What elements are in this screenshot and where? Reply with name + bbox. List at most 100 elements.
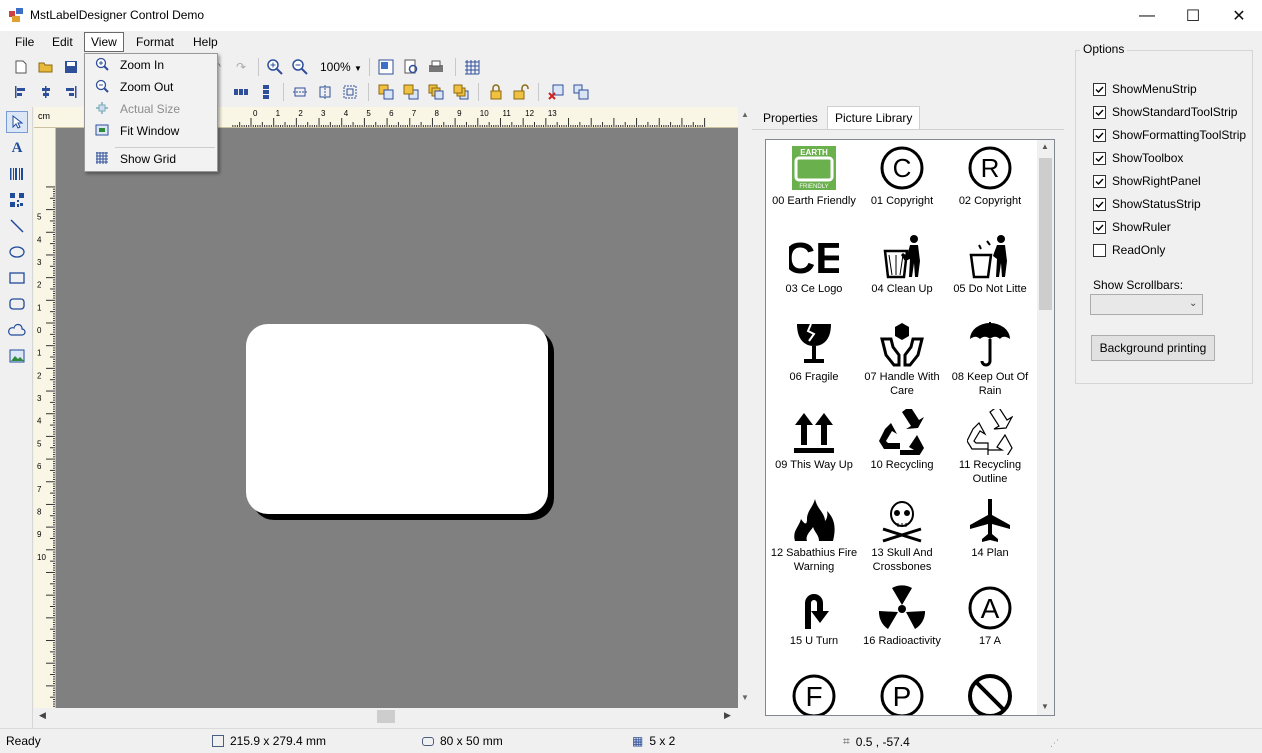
scroll-left-icon[interactable]: ◀ [39, 710, 46, 721]
tab-picture-library[interactable]: Picture Library [827, 106, 921, 130]
scroll-down-icon[interactable]: ▼ [741, 693, 749, 702]
menu-actual-size[interactable]: Actual Size [86, 98, 216, 120]
library-scroll-up-icon[interactable]: ▲ [1041, 142, 1049, 151]
qrcode-tool-icon[interactable] [6, 189, 28, 211]
menu-file[interactable]: File [9, 34, 40, 52]
new-icon[interactable] [12, 58, 30, 76]
zoom-out-icon[interactable] [291, 58, 309, 76]
picture-item[interactable]: 13 Skull And Crossbones [858, 494, 946, 574]
design-canvas[interactable] [56, 128, 738, 708]
print-icon[interactable] [427, 58, 445, 76]
page-setup-icon[interactable] [377, 58, 395, 76]
library-scroll-thumb[interactable] [1039, 158, 1052, 310]
lock-icon[interactable] [487, 83, 505, 101]
menu-zoom-in[interactable]: Zoom In [86, 54, 216, 76]
picture-item[interactable]: 06 Fragile [770, 318, 858, 384]
picture-item[interactable]: 11 Recycling Outline [946, 406, 1034, 486]
text-tool-icon[interactable]: A [6, 137, 28, 159]
option-showmenustrip[interactable]: ShowMenuStrip [1093, 81, 1197, 97]
picture-item[interactable]: R 02 Copyright [946, 142, 1034, 208]
option-showtoolbox[interactable]: ShowToolbox [1093, 150, 1183, 166]
resize-grip-icon[interactable]: ⋰ [1050, 738, 1059, 749]
label-page[interactable] [246, 324, 548, 514]
print-preview-icon[interactable] [402, 58, 420, 76]
picture-item[interactable]: F [770, 670, 858, 715]
picture-item[interactable]: 10 Recycling [858, 406, 946, 472]
scroll-up-icon[interactable]: ▲ [741, 110, 749, 119]
option-showstandardtoolstrip[interactable]: ShowStandardToolStrip [1093, 104, 1237, 120]
picture-item[interactable]: A 17 A [946, 582, 1034, 648]
picture-item[interactable] [946, 670, 1034, 715]
picture-item[interactable]: 04 Clean Up [858, 230, 946, 296]
option-readonly[interactable]: ReadOnly [1093, 242, 1165, 258]
menu-edit[interactable]: Edit [46, 34, 79, 52]
align-right-icon[interactable] [62, 83, 80, 101]
picture-item[interactable]: 16 Radioactivity [858, 582, 946, 648]
send-to-back-icon[interactable] [402, 83, 420, 101]
option-showrightpanel[interactable]: ShowRightPanel [1093, 173, 1201, 189]
checkbox-checked-icon[interactable] [1093, 220, 1106, 234]
bring-forward-icon[interactable] [427, 83, 445, 101]
center-horizontal-icon[interactable] [291, 83, 309, 101]
group-icon[interactable] [572, 83, 590, 101]
minimize-button[interactable]: — [1124, 0, 1170, 31]
option-showformattingtoolstrip[interactable]: ShowFormattingToolStrip [1093, 127, 1246, 143]
open-icon[interactable] [37, 58, 55, 76]
checkbox-checked-icon[interactable] [1093, 128, 1106, 142]
picture-item[interactable]: EARTH FRIENDLY 00 Earth Friendly [770, 142, 858, 208]
option-showruler[interactable]: ShowRuler [1093, 219, 1171, 235]
center-both-icon[interactable] [341, 83, 359, 101]
picture-item[interactable]: 07 Handle With Care [858, 318, 946, 398]
menu-fit-window[interactable]: Fit Window [86, 120, 216, 142]
menu-view[interactable]: View [84, 32, 124, 52]
line-tool-icon[interactable] [6, 215, 28, 237]
picture-item[interactable]: 14 Plan [946, 494, 1034, 560]
picture-item[interactable]: 09 This Way Up [770, 406, 858, 472]
unlock-icon[interactable] [512, 83, 530, 101]
scroll-right-icon[interactable]: ▶ [724, 710, 731, 721]
checkbox-checked-icon[interactable] [1093, 151, 1106, 165]
distribute-horizontal-icon[interactable] [232, 83, 250, 101]
picture-item[interactable]: 05 Do Not Litte [946, 230, 1034, 296]
option-showstatusstrip[interactable]: ShowStatusStrip [1093, 196, 1201, 212]
menu-help[interactable]: Help [187, 34, 224, 52]
zoom-combo[interactable]: 100% ▼ [320, 60, 362, 74]
align-center-icon[interactable] [37, 83, 55, 101]
picture-item[interactable]: P [858, 670, 946, 715]
menu-format[interactable]: Format [130, 34, 180, 52]
checkbox-checked-icon[interactable] [1093, 105, 1106, 119]
grid-icon[interactable] [463, 58, 481, 76]
pointer-tool-icon[interactable] [6, 111, 28, 133]
checkbox-icon[interactable] [1093, 243, 1106, 257]
picture-item[interactable]: 08 Keep Out Of Rain [946, 318, 1034, 398]
save-icon[interactable] [62, 58, 80, 76]
library-scrollbar[interactable]: ▲ ▼ [1037, 140, 1054, 715]
bring-to-front-icon[interactable] [377, 83, 395, 101]
checkbox-checked-icon[interactable] [1093, 197, 1106, 211]
ellipse-tool-icon[interactable] [6, 241, 28, 263]
picture-item[interactable]: 12 Sabathius Fire Warning [770, 494, 858, 574]
image-tool-icon[interactable] [6, 345, 28, 367]
tab-properties[interactable]: Properties [756, 107, 825, 129]
horizontal-scroll-thumb[interactable] [377, 710, 395, 723]
distribute-vertical-icon[interactable] [257, 83, 275, 101]
picture-item[interactable]: 15 U Turn [770, 582, 858, 648]
delete-icon[interactable] [547, 83, 565, 101]
picture-item[interactable]: C 01 Copyright [858, 142, 946, 208]
checkbox-checked-icon[interactable] [1093, 82, 1106, 96]
center-vertical-icon[interactable] [316, 83, 334, 101]
menu-zoom-out[interactable]: Zoom Out [86, 76, 216, 98]
rectangle-tool-icon[interactable] [6, 267, 28, 289]
zoom-in-icon[interactable] [266, 58, 284, 76]
canvas-vertical-scrollbar[interactable]: ▲ ▼ [738, 107, 752, 708]
barcode-tool-icon[interactable] [6, 163, 28, 185]
background-printing-button[interactable]: Background printing [1091, 335, 1215, 361]
scrollbars-select[interactable]: ⌄ [1090, 294, 1203, 315]
library-scroll-down-icon[interactable]: ▼ [1041, 702, 1049, 711]
menu-show-grid[interactable]: Show Grid [86, 148, 216, 170]
send-backward-icon[interactable] [452, 83, 470, 101]
shape-tool-icon[interactable] [6, 319, 28, 341]
rounded-rectangle-tool-icon[interactable] [6, 293, 28, 315]
maximize-button[interactable]: ☐ [1170, 0, 1216, 31]
redo-icon[interactable]: ↷ [232, 58, 250, 76]
